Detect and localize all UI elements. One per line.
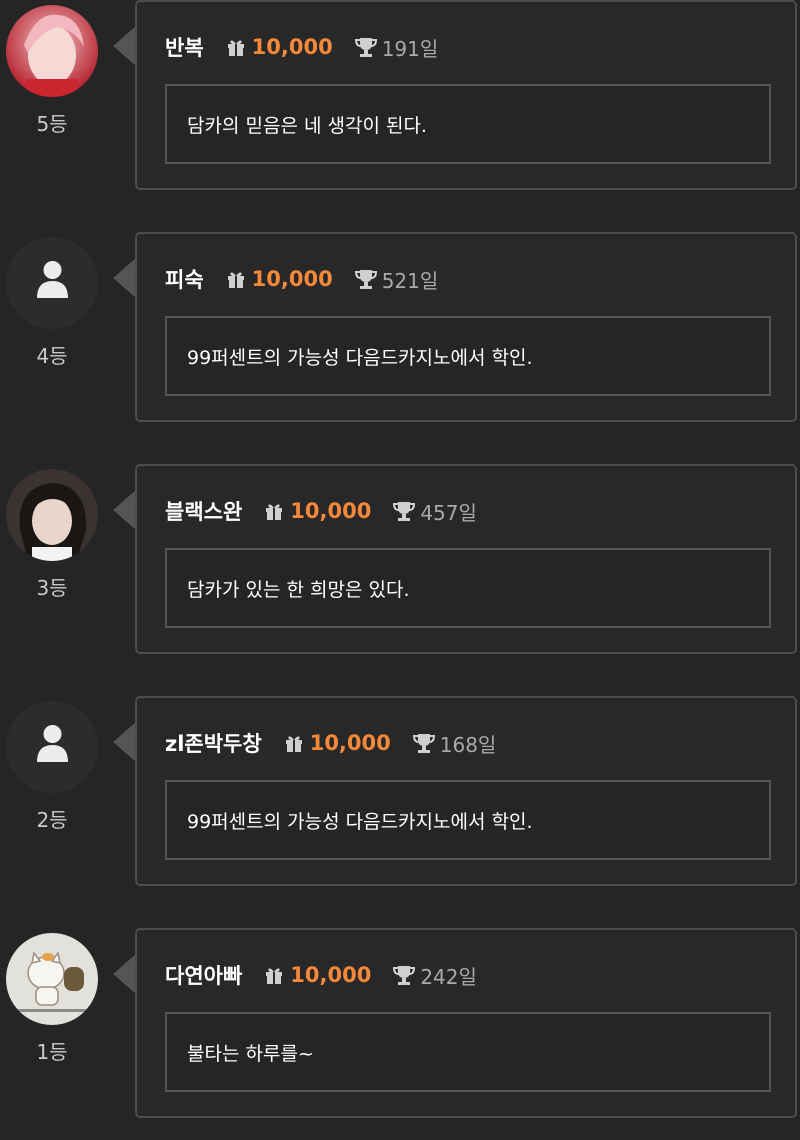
card-pointer [113,723,135,761]
ranking-entry: 5등 반복 10,000 191일 담카의 믿음은 네 생각이 된다. [0,0,800,194]
trophy-icon [354,38,377,57]
ranking-list: 5등 반복 10,000 191일 담카의 믿음은 네 생각이 된다. 4등 피… [0,0,800,1140]
trophy-icon [393,502,416,521]
meta-row: 피숙 10,000 521일 [165,264,438,294]
rank-label: 1등 [36,1040,68,1064]
gift-icon [266,504,283,520]
ranking-entry: 2등 zl존박두창 10,000 168일 99퍼센트의 가능성 다음드카지노에… [0,696,800,890]
user-name[interactable]: 블랙스완 [165,496,242,526]
gift-amount: 10,000 [251,267,333,291]
meta-row: zl존박두창 10,000 168일 [165,728,496,758]
card-pointer [113,259,135,297]
user-name[interactable]: 다연아빠 [165,960,242,990]
gift-icon [227,40,244,56]
gift-amount: 10,000 [290,963,372,987]
trophy-icon [412,734,435,753]
ranking-entry: 4등 피숙 10,000 521일 99퍼센트의 가능성 다음드카지노에서 학인… [0,232,800,426]
user-name[interactable]: 피숙 [165,264,204,294]
ranking-entry: 3등 블랙스완 10,000 457일 담카가 있는 한 희망은 있다. [0,464,800,658]
gift-amount: 10,000 [309,731,391,755]
avatar-photo [6,469,98,561]
days-count: 521일 [381,268,439,293]
rank-label: 5등 [36,112,68,136]
meta-row: 다연아빠 10,000 242일 [165,960,477,990]
avatar[interactable] [6,933,98,1025]
rank-label: 3등 [36,576,68,600]
gift-amount: 10,000 [251,35,333,59]
gift-icon [266,968,283,984]
avatar-photo [6,5,98,97]
days-count: 457일 [420,500,477,525]
comment-card: 반복 10,000 191일 담카의 믿음은 네 생각이 된다. [135,0,797,190]
gift-amount: 10,000 [290,499,372,523]
user-name[interactable]: 반복 [165,32,204,62]
ranking-entry: 1등 다연아빠 10,000 242일 불타는 하루를~ [0,928,800,1122]
days-count: 242일 [420,964,477,989]
message-box: 불타는 하루를~ [165,1012,771,1092]
message-text: 99퍼센트의 가능성 다음드카지노에서 학인. [187,346,533,369]
comment-card: 다연아빠 10,000 242일 불타는 하루를~ [135,928,797,1118]
message-text: 불타는 하루를~ [187,1042,314,1065]
card-pointer [113,491,135,529]
gift-icon [227,272,244,288]
message-text: 담카의 믿음은 네 생각이 된다. [187,114,427,137]
message-box: 담카의 믿음은 네 생각이 된다. [165,84,771,164]
message-box: 99퍼센트의 가능성 다음드카지노에서 학인. [165,780,771,860]
default-person-icon [37,725,68,762]
rank-label: 4등 [36,344,68,368]
trophy-icon [354,270,377,289]
comment-card: 피숙 10,000 521일 99퍼센트의 가능성 다음드카지노에서 학인. [135,232,797,422]
card-pointer [113,27,135,65]
avatar-photo [6,933,98,1025]
avatar[interactable] [6,237,98,329]
user-name[interactable]: zl존박두창 [165,728,262,758]
message-box: 99퍼센트의 가능성 다음드카지노에서 학인. [165,316,771,396]
rank-label: 2등 [36,808,68,832]
days-count: 168일 [439,732,497,757]
avatar[interactable] [6,469,98,561]
comment-card: zl존박두창 10,000 168일 99퍼센트의 가능성 다음드카지노에서 학… [135,696,797,886]
default-person-icon [37,261,68,298]
avatar[interactable] [6,5,98,97]
message-box: 담카가 있는 한 희망은 있다. [165,548,771,628]
gift-icon [285,736,302,752]
message-text: 담카가 있는 한 희망은 있다. [187,578,410,601]
avatar[interactable] [6,701,98,793]
days-count: 191일 [381,36,439,61]
comment-card: 블랙스완 10,000 457일 담카가 있는 한 희망은 있다. [135,464,797,654]
trophy-icon [393,966,416,985]
card-pointer [113,955,135,993]
message-text: 99퍼센트의 가능성 다음드카지노에서 학인. [187,810,533,833]
meta-row: 반복 10,000 191일 [165,32,438,62]
meta-row: 블랙스완 10,000 457일 [165,496,477,526]
